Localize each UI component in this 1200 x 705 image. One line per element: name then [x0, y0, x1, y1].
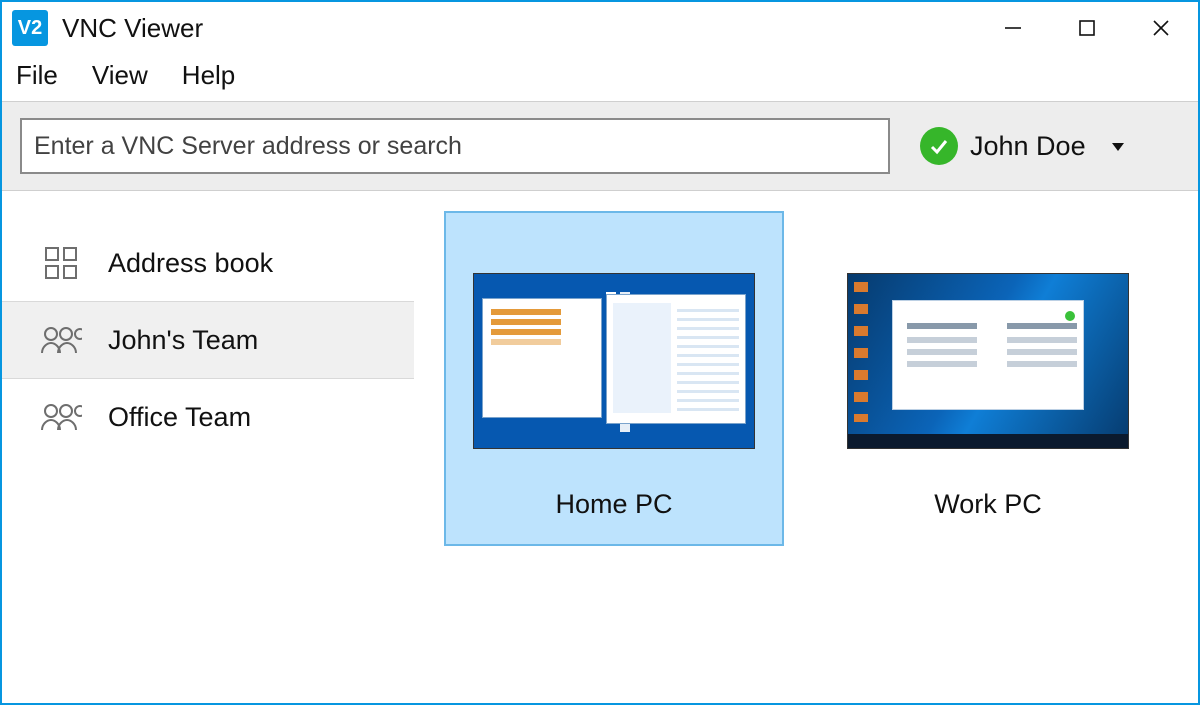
sidebar-item-label: John's Team: [108, 325, 258, 356]
titlebar: V2 VNC Viewer: [2, 2, 1198, 54]
app-icon: V2: [12, 10, 48, 46]
connection-home-pc[interactable]: Home PC: [444, 211, 784, 546]
grid-icon: [40, 245, 82, 281]
main-area: Address book John's Team Office Team: [2, 191, 1198, 703]
connection-work-pc[interactable]: Work PC: [818, 211, 1158, 546]
maximize-button[interactable]: [1050, 2, 1124, 54]
status-ok-icon: [920, 127, 958, 165]
sidebar-item-johns-team[interactable]: John's Team: [2, 301, 414, 379]
menubar: File View Help: [2, 54, 1198, 101]
sidebar-item-label: Office Team: [108, 402, 251, 433]
close-button[interactable]: [1124, 2, 1198, 54]
close-icon: [1150, 17, 1172, 39]
app-title: VNC Viewer: [62, 13, 203, 44]
minimize-icon: [1002, 17, 1024, 39]
window-controls: [976, 2, 1198, 54]
connection-label: Home PC: [456, 489, 772, 520]
connections-grid: Home PC Work PC: [414, 191, 1198, 703]
menu-view[interactable]: View: [92, 60, 148, 91]
connection-thumbnail: [473, 273, 755, 449]
sidebar-item-address-book[interactable]: Address book: [2, 225, 414, 301]
maximize-icon: [1077, 18, 1097, 38]
account-dropdown[interactable]: John Doe: [920, 127, 1126, 165]
toolbar: John Doe: [2, 101, 1198, 191]
menu-file[interactable]: File: [16, 60, 58, 91]
connection-label: Work PC: [830, 489, 1146, 520]
chevron-down-icon: [1110, 131, 1126, 162]
people-icon: [40, 399, 82, 435]
connection-thumbnail: [847, 273, 1129, 449]
sidebar: Address book John's Team Office Team: [2, 191, 414, 703]
menu-help[interactable]: Help: [182, 60, 235, 91]
search-input[interactable]: [20, 118, 890, 174]
sidebar-item-label: Address book: [108, 248, 273, 279]
people-icon: [40, 322, 82, 358]
account-name: John Doe: [970, 131, 1086, 162]
minimize-button[interactable]: [976, 2, 1050, 54]
app-window: V2 VNC Viewer File View Help John Doe: [0, 0, 1200, 705]
sidebar-item-office-team[interactable]: Office Team: [2, 379, 414, 455]
